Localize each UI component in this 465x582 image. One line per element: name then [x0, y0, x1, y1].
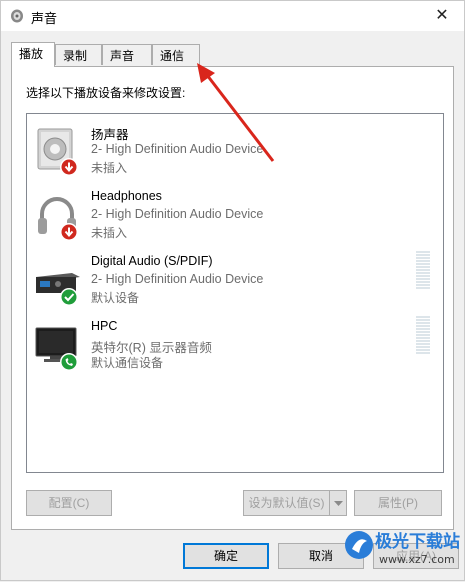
close-button[interactable]: ✕: [420, 1, 464, 31]
button-label: 配置(C): [48, 496, 90, 510]
button-label: 属性(P): [378, 496, 418, 510]
watermark-url: www.xz7.com: [379, 553, 455, 566]
chevron-down-icon: [333, 501, 343, 506]
tab-label: 通信: [160, 49, 185, 63]
title-bar: 声音 ✕: [1, 1, 464, 31]
set-default-dropdown[interactable]: [329, 491, 346, 515]
device-status: 默认通信设备: [91, 356, 164, 370]
button-label: 确定: [213, 549, 238, 563]
set-default-button[interactable]: 设为默认值(S): [243, 490, 347, 516]
tab-communications[interactable]: 通信: [152, 44, 200, 65]
device-name: Digital Audio (S/PDIF): [91, 254, 213, 268]
watermark-logo-icon: [345, 531, 373, 559]
device-status: 未插入: [91, 226, 128, 240]
spdif-receiver-icon: [36, 273, 80, 306]
device-item-speaker[interactable]: 扬声器 2- High Definition Audio Device 未插入: [27, 119, 443, 183]
device-driver: 2- High Definition Audio Device: [91, 272, 264, 286]
tab-sounds[interactable]: 声音: [102, 44, 152, 65]
device-driver: 2- High Definition Audio Device: [91, 207, 264, 221]
button-label: 取消: [308, 549, 333, 563]
volume-meter: [416, 251, 430, 289]
monitor-icon: [35, 327, 78, 371]
device-name: Headphones: [91, 189, 162, 203]
device-list[interactable]: 扬声器 2- High Definition Audio Device 未插入 …: [26, 113, 444, 473]
watermark-text: 极光下载站: [375, 532, 460, 552]
device-name: 扬声器: [91, 128, 129, 142]
tab-recording[interactable]: 录制: [55, 44, 102, 65]
device-item-headphones[interactable]: Headphones 2- High Definition Audio Devi…: [27, 184, 443, 248]
device-status: 未插入: [91, 161, 128, 175]
device-item-digital-audio[interactable]: Digital Audio (S/PDIF) 2- High Definitio…: [27, 249, 443, 313]
sound-app-icon: [11, 9, 23, 23]
window-title: 声音: [31, 11, 58, 26]
properties-button[interactable]: 属性(P): [354, 490, 442, 516]
tab-label: 声音: [110, 49, 135, 63]
speaker-icon: [37, 128, 78, 176]
watermark: 极光下载站 www.xz7.com: [339, 527, 464, 581]
ok-button[interactable]: 确定: [183, 543, 269, 569]
device-name: HPC: [91, 319, 118, 333]
tab-label: 播放: [19, 47, 44, 61]
volume-meter: [416, 316, 430, 354]
device-driver: 2- High Definition Audio Device: [91, 142, 264, 156]
close-icon: ✕: [435, 7, 449, 24]
instruction-text: 选择以下播放设备来修改设置:: [26, 86, 186, 100]
configure-button[interactable]: 配置(C): [26, 490, 112, 516]
tab-playback[interactable]: 播放: [11, 42, 55, 67]
button-label: 设为默认值(S): [248, 496, 325, 510]
device-status: 默认设备: [91, 291, 140, 305]
headphones-icon: [38, 197, 78, 241]
tab-label: 录制: [63, 49, 88, 63]
device-item-hpc[interactable]: HPC 英特尔(R) 显示器音频 默认通信设备: [27, 314, 443, 378]
sound-dialog: 声音 ✕ 播放 录制 声音 通信 选择以下播放设备来修改设置: 扬声器 2- H…: [0, 0, 465, 581]
playback-panel: 选择以下播放设备来修改设置: 扬声器 2- High Definition Au…: [11, 66, 454, 530]
